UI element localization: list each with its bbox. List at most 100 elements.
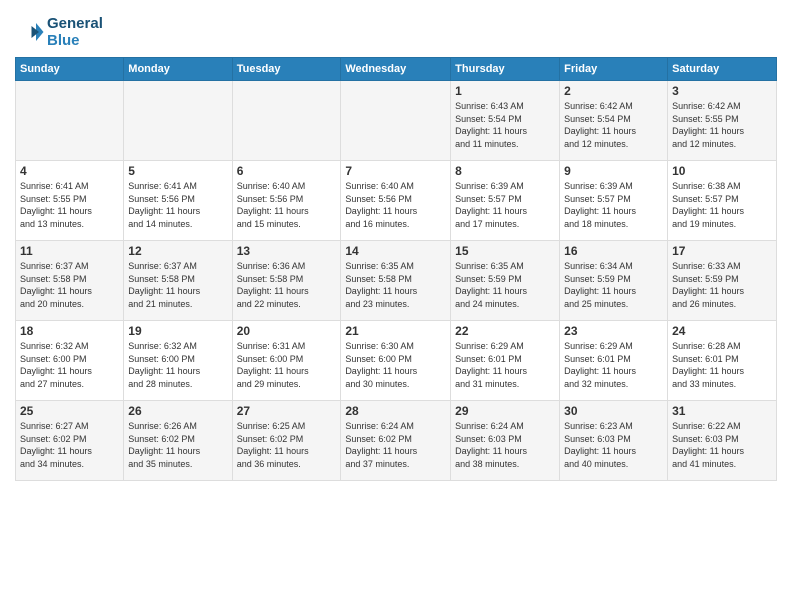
calendar-cell: 23 Sunrise: 6:29 AM Sunset: 6:01 PM Dayli…: [560, 321, 668, 401]
day-number: 29: [455, 404, 555, 418]
day-number: 23: [564, 324, 663, 338]
calendar-cell: 16 Sunrise: 6:34 AM Sunset: 5:59 PM Dayli…: [560, 241, 668, 321]
calendar-week-row: 4 Sunrise: 6:41 AM Sunset: 5:55 PM Daylig…: [16, 161, 777, 241]
day-info: Sunrise: 6:24 AM Sunset: 6:02 PM Dayligh…: [345, 420, 446, 470]
day-number: 20: [237, 324, 337, 338]
calendar-cell: 20 Sunrise: 6:31 AM Sunset: 6:00 PM Dayli…: [232, 321, 341, 401]
calendar-cell: 14 Sunrise: 6:35 AM Sunset: 5:58 PM Dayli…: [341, 241, 451, 321]
calendar-cell: [232, 81, 341, 161]
calendar-cell: 18 Sunrise: 6:32 AM Sunset: 6:00 PM Dayli…: [16, 321, 124, 401]
calendar-cell: 13Sunrise: 6:36 AM Sunset: 5:58 PM Dayli…: [232, 241, 341, 321]
day-number: 13: [237, 244, 337, 258]
calendar-day-header: Monday: [124, 58, 232, 81]
day-number: 11: [20, 244, 119, 258]
day-number: 30: [564, 404, 663, 418]
day-info: Sunrise: 6:35 AM Sunset: 5:59 PM Dayligh…: [455, 260, 555, 310]
calendar-cell: 27 Sunrise: 6:25 AM Sunset: 6:02 PM Dayli…: [232, 401, 341, 481]
day-info: Sunrise: 6:33 AM Sunset: 5:59 PM Dayligh…: [672, 260, 772, 310]
day-info: Sunrise: 6:39 AM Sunset: 5:57 PM Dayligh…: [455, 180, 555, 230]
day-info: Sunrise: 6:27 AM Sunset: 6:02 PM Dayligh…: [20, 420, 119, 470]
day-info: Sunrise: 6:40 AM Sunset: 5:56 PM Dayligh…: [237, 180, 337, 230]
calendar-cell: 21Sunrise: 6:30 AM Sunset: 6:00 PM Dayli…: [341, 321, 451, 401]
calendar-day-header: Saturday: [668, 58, 777, 81]
day-info: Sunrise: 6:38 AM Sunset: 5:57 PM Dayligh…: [672, 180, 772, 230]
day-number: 18: [20, 324, 119, 338]
day-info: Sunrise: 6:24 AM Sunset: 6:03 PM Dayligh…: [455, 420, 555, 470]
calendar-cell: 1Sunrise: 6:43 AM Sunset: 5:54 PM Daylig…: [451, 81, 560, 161]
calendar-cell: 5Sunrise: 6:41 AM Sunset: 5:56 PM Daylig…: [124, 161, 232, 241]
calendar-cell: 9Sunrise: 6:39 AM Sunset: 5:57 PM Daylig…: [560, 161, 668, 241]
day-info: Sunrise: 6:31 AM Sunset: 6:00 PM Dayligh…: [237, 340, 337, 390]
calendar-header-row: SundayMondayTuesdayWednesdayThursdayFrid…: [16, 58, 777, 81]
day-info: Sunrise: 6:34 AM Sunset: 5:59 PM Dayligh…: [564, 260, 663, 310]
day-info: Sunrise: 6:22 AM Sunset: 6:03 PM Dayligh…: [672, 420, 772, 470]
day-info: Sunrise: 6:39 AM Sunset: 5:57 PM Dayligh…: [564, 180, 663, 230]
calendar-cell: 29 Sunrise: 6:24 AM Sunset: 6:03 PM Dayli…: [451, 401, 560, 481]
calendar-cell: 24 Sunrise: 6:28 AM Sunset: 6:01 PM Dayli…: [668, 321, 777, 401]
day-number: 6: [237, 164, 337, 178]
day-info: Sunrise: 6:42 AM Sunset: 5:54 PM Dayligh…: [564, 100, 663, 150]
day-number: 15: [455, 244, 555, 258]
calendar-cell: 6 Sunrise: 6:40 AM Sunset: 5:56 PM Daylig…: [232, 161, 341, 241]
day-info: Sunrise: 6:28 AM Sunset: 6:01 PM Dayligh…: [672, 340, 772, 390]
calendar-cell: [124, 81, 232, 161]
calendar-day-header: Thursday: [451, 58, 560, 81]
day-number: 17: [672, 244, 772, 258]
day-number: 3: [672, 84, 772, 98]
day-number: 28: [345, 404, 446, 418]
day-number: 27: [237, 404, 337, 418]
calendar-cell: 11Sunrise: 6:37 AM Sunset: 5:58 PM Dayli…: [16, 241, 124, 321]
day-info: Sunrise: 6:26 AM Sunset: 6:02 PM Dayligh…: [128, 420, 227, 470]
day-number: 31: [672, 404, 772, 418]
day-number: 4: [20, 164, 119, 178]
calendar-week-row: 11 Sunrise: 6:37 AM Sunset: 5:58 PM Dayli…: [16, 241, 777, 321]
day-number: 2: [564, 84, 663, 98]
calendar-cell: [341, 81, 451, 161]
logo-icon: [15, 17, 45, 47]
calendar-cell: 8Sunrise: 6:39 AM Sunset: 5:57 PM Daylig…: [451, 161, 560, 241]
header: General Blue: [15, 10, 777, 49]
calendar-cell: 26Sunrise: 6:26 AM Sunset: 6:02 PM Dayli…: [124, 401, 232, 481]
day-info: Sunrise: 6:29 AM Sunset: 6:01 PM Dayligh…: [564, 340, 663, 390]
calendar-day-header: Tuesday: [232, 58, 341, 81]
calendar-cell: 7 Sunrise: 6:40 AM Sunset: 5:56 PM Daylig…: [341, 161, 451, 241]
page-container: General Blue SundayMondayTuesdayWednesda…: [0, 0, 792, 612]
calendar-week-row: 1Sunrise: 6:43 AM Sunset: 5:54 PM Daylig…: [16, 81, 777, 161]
day-info: Sunrise: 6:41 AM Sunset: 5:55 PM Dayligh…: [20, 180, 119, 230]
day-number: 22: [455, 324, 555, 338]
calendar-cell: 31 Sunrise: 6:22 AM Sunset: 6:03 PM Dayli…: [668, 401, 777, 481]
day-number: 25: [20, 404, 119, 418]
day-number: 7: [345, 164, 446, 178]
calendar-cell: 10 Sunrise: 6:38 AM Sunset: 5:57 PM Dayli…: [668, 161, 777, 241]
calendar-cell: 4 Sunrise: 6:41 AM Sunset: 5:55 PM Daylig…: [16, 161, 124, 241]
day-info: Sunrise: 6:32 AM Sunset: 6:00 PM Dayligh…: [128, 340, 227, 390]
calendar-cell: [16, 81, 124, 161]
day-info: Sunrise: 6:29 AM Sunset: 6:01 PM Dayligh…: [455, 340, 555, 390]
day-info: Sunrise: 6:37 AM Sunset: 5:58 PM Dayligh…: [128, 260, 227, 310]
day-info: Sunrise: 6:32 AM Sunset: 6:00 PM Dayligh…: [20, 340, 119, 390]
calendar-cell: 12 Sunrise: 6:37 AM Sunset: 5:58 PM Dayli…: [124, 241, 232, 321]
day-info: Sunrise: 6:41 AM Sunset: 5:56 PM Dayligh…: [128, 180, 227, 230]
logo-text: General Blue: [47, 15, 103, 49]
day-number: 12: [128, 244, 227, 258]
day-info: Sunrise: 6:35 AM Sunset: 5:58 PM Dayligh…: [345, 260, 446, 310]
calendar-day-header: Sunday: [16, 58, 124, 81]
day-info: Sunrise: 6:23 AM Sunset: 6:03 PM Dayligh…: [564, 420, 663, 470]
day-info: Sunrise: 6:40 AM Sunset: 5:56 PM Dayligh…: [345, 180, 446, 230]
calendar-cell: 15 Sunrise: 6:35 AM Sunset: 5:59 PM Dayli…: [451, 241, 560, 321]
day-number: 21: [345, 324, 446, 338]
logo: General Blue: [15, 15, 103, 49]
calendar-cell: 2 Sunrise: 6:42 AM Sunset: 5:54 PM Daylig…: [560, 81, 668, 161]
calendar-cell: 25 Sunrise: 6:27 AM Sunset: 6:02 PM Dayli…: [16, 401, 124, 481]
day-info: Sunrise: 6:42 AM Sunset: 5:55 PM Dayligh…: [672, 100, 772, 150]
day-info: Sunrise: 6:25 AM Sunset: 6:02 PM Dayligh…: [237, 420, 337, 470]
calendar-week-row: 25 Sunrise: 6:27 AM Sunset: 6:02 PM Dayli…: [16, 401, 777, 481]
calendar-cell: 30 Sunrise: 6:23 AM Sunset: 6:03 PM Dayli…: [560, 401, 668, 481]
calendar-table: SundayMondayTuesdayWednesdayThursdayFrid…: [15, 57, 777, 481]
day-number: 16: [564, 244, 663, 258]
day-number: 24: [672, 324, 772, 338]
day-number: 10: [672, 164, 772, 178]
day-number: 14: [345, 244, 446, 258]
day-info: Sunrise: 6:43 AM Sunset: 5:54 PM Dayligh…: [455, 100, 555, 150]
calendar-day-header: Wednesday: [341, 58, 451, 81]
